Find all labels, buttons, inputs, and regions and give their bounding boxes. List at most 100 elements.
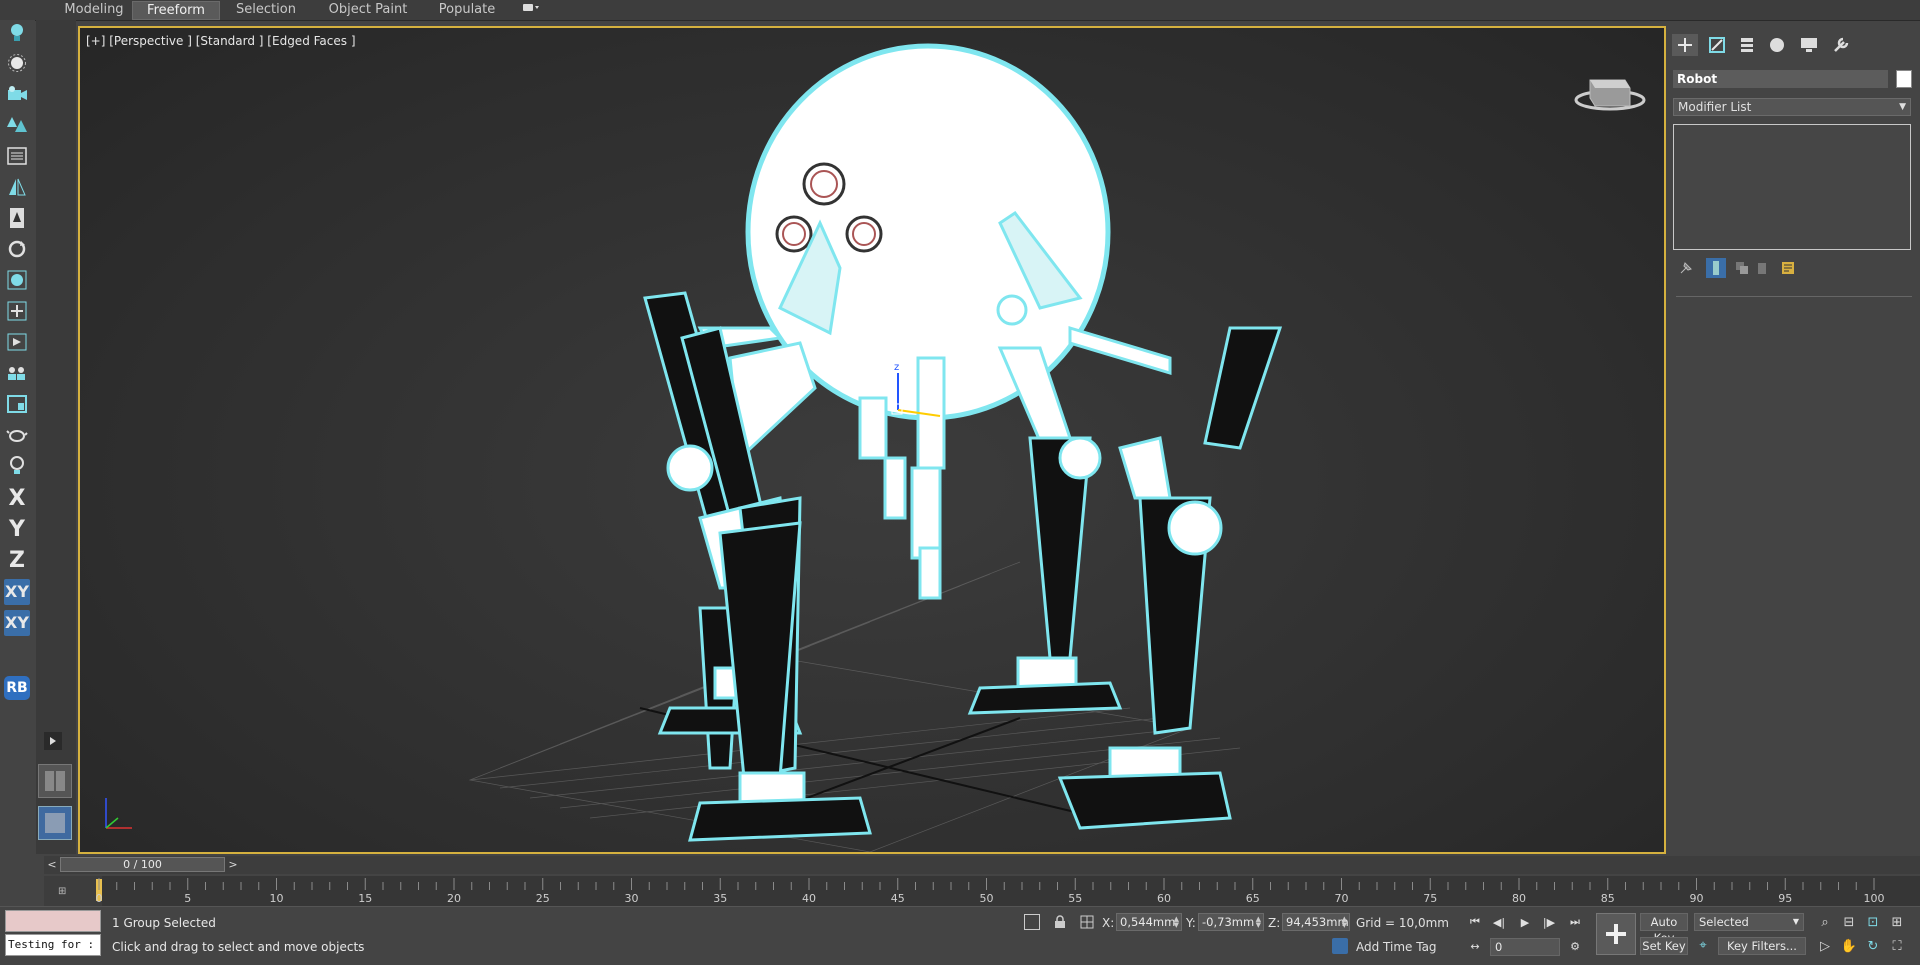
play-icon[interactable]: ▶ xyxy=(1516,914,1534,930)
expand-play-icon[interactable] xyxy=(44,732,62,750)
people-icon[interactable] xyxy=(4,360,30,386)
tab-selection[interactable]: Selection xyxy=(228,1,304,18)
zoom-icon[interactable]: ⌕ xyxy=(1816,913,1834,931)
rotate-icon[interactable] xyxy=(4,236,30,262)
maximize-viewport-icon[interactable]: ⛶ xyxy=(1888,937,1906,955)
make-unique-icon[interactable] xyxy=(1732,258,1752,278)
schematic-view-icon[interactable] xyxy=(4,298,30,324)
tick-label: 85 xyxy=(1601,892,1615,905)
set-key-button[interactable]: Set Key xyxy=(1640,937,1688,955)
teapot-icon[interactable] xyxy=(4,422,30,448)
list-icon[interactable] xyxy=(4,143,30,169)
pan-hand-icon[interactable]: ✋ xyxy=(1840,937,1858,955)
viewport-label[interactable]: [+] [Perspective ] [Standard ] [Edged Fa… xyxy=(86,34,356,48)
create-tab-icon[interactable] xyxy=(1672,34,1698,56)
absolute-mode-icon[interactable] xyxy=(1078,913,1096,931)
maxscript-output[interactable] xyxy=(5,910,101,932)
tick-label: 25 xyxy=(536,892,550,905)
sun-icon[interactable] xyxy=(4,50,30,76)
spinner-icon[interactable]: ▲ ▼ xyxy=(1174,916,1179,929)
x-coord-field[interactable]: 0,544mm ▲ ▼ xyxy=(1116,913,1182,931)
object-name-field[interactable]: Robot xyxy=(1673,70,1888,88)
light-bulb-icon[interactable] xyxy=(4,20,30,46)
panel-divider xyxy=(1676,296,1912,297)
next-frame-icon[interactable]: |▶ xyxy=(1540,914,1558,930)
zoom-all-icon[interactable]: ⊟ xyxy=(1840,913,1858,931)
field-of-view-icon[interactable]: ▷ xyxy=(1816,937,1834,955)
layout-split-icon[interactable] xyxy=(38,764,72,798)
spinner-icon[interactable]: ▲ ▼ xyxy=(1256,916,1261,929)
y-coord-field[interactable]: -0,73mm ▲ ▼ xyxy=(1198,913,1264,931)
set-keys-icon[interactable] xyxy=(1596,913,1636,955)
tab-populate[interactable]: Populate xyxy=(432,1,502,18)
constrain-x-button[interactable]: X xyxy=(4,486,30,512)
viewport-layout-icon[interactable] xyxy=(4,391,30,417)
display-tab-icon[interactable] xyxy=(1796,34,1822,56)
add-time-tag-button[interactable]: Add Time Tag xyxy=(1356,940,1437,954)
track-bar[interactable]: ⊞ 0 5 10 15 20 25 30 35 40 45 50 55 60 65 70 75 80 85 90 95… xyxy=(44,876,1920,906)
time-next-button[interactable]: > xyxy=(227,857,239,872)
time-slider-bar: < 0 / 100 > xyxy=(44,856,1920,874)
material-editor-icon[interactable] xyxy=(4,267,30,293)
tab-modeling[interactable]: Modeling xyxy=(58,1,130,18)
time-prev-button[interactable]: < xyxy=(46,857,58,872)
remove-modifier-icon[interactable] xyxy=(1752,258,1772,278)
robot-scene[interactable]: z xyxy=(80,28,1664,852)
render-setup-icon[interactable] xyxy=(4,329,30,355)
utilities-tab-icon[interactable] xyxy=(1828,34,1854,56)
maxscript-listener[interactable]: Testing for : xyxy=(5,910,101,958)
configure-modifier-sets-icon[interactable] xyxy=(1778,258,1798,278)
viewcube-icon[interactable] xyxy=(1574,79,1646,111)
object-color-swatch[interactable] xyxy=(1896,70,1912,88)
time-slider[interactable]: 0 / 100 xyxy=(60,857,225,872)
go-to-end-icon[interactable]: ⏭ xyxy=(1566,914,1584,930)
isolate-selection-icon[interactable] xyxy=(1024,914,1040,930)
current-frame-field[interactable]: 0 xyxy=(1490,938,1560,956)
layout-single-icon[interactable] xyxy=(38,806,72,840)
tick-label: 95 xyxy=(1778,892,1792,905)
z-coord-field[interactable]: 94,453mm ▲ ▼ xyxy=(1282,913,1350,931)
motion-tab-icon[interactable] xyxy=(1764,34,1790,56)
modify-tab-icon[interactable] xyxy=(1704,34,1730,56)
idea-bulb-icon[interactable] xyxy=(4,453,30,479)
constrain-z-button[interactable]: Z xyxy=(4,548,30,574)
align-icon[interactable] xyxy=(4,205,30,231)
time-configuration-icon[interactable]: ⚙ xyxy=(1566,938,1584,954)
show-end-result-icon[interactable] xyxy=(1706,258,1726,278)
zoom-extents-icon[interactable]: ⊡ xyxy=(1864,913,1882,931)
hierarchy-tab-icon[interactable] xyxy=(1734,34,1760,56)
rb-button[interactable]: RB xyxy=(4,676,30,700)
tab-freeform[interactable]: Freeform xyxy=(132,1,220,20)
zoom-extents-all-icon[interactable]: ⊞ xyxy=(1888,913,1906,931)
selection-lock-icon[interactable] xyxy=(1052,913,1068,931)
key-filters-button[interactable]: Key Filters... xyxy=(1718,937,1806,955)
mirror-icon[interactable] xyxy=(4,174,30,200)
go-to-start-icon[interactable]: ⏮ xyxy=(1466,914,1484,930)
constrain-xy-cycle-button[interactable]: XY xyxy=(4,610,30,636)
camera-group-icon[interactable] xyxy=(4,81,30,107)
status-bar: Testing for : 1 Group Selected Click and… xyxy=(0,906,1920,965)
tick-label: 5 xyxy=(184,892,191,905)
ribbon-options-icon[interactable] xyxy=(518,1,544,18)
previous-frame-icon[interactable]: ◀| xyxy=(1490,914,1508,930)
spinner-icon[interactable]: ▲ ▼ xyxy=(1342,916,1347,929)
foliage-icon[interactable] xyxy=(4,112,30,138)
maxscript-input[interactable]: Testing for : xyxy=(5,934,101,956)
time-tag-icon[interactable] xyxy=(1332,938,1348,954)
perspective-viewport[interactable]: z [+] [Perspective] [Standard] [Edged … xyxy=(78,26,1666,854)
orbit-icon[interactable]: ↻ xyxy=(1864,937,1882,955)
key-filter-selection-dropdown[interactable]: Selected ▼ xyxy=(1694,913,1804,931)
tab-object-paint[interactable]: Object Paint xyxy=(322,1,414,18)
tick-label: 75 xyxy=(1423,892,1437,905)
constrain-xy-button[interactable]: XY xyxy=(4,579,30,605)
key-mode-icon[interactable]: ⌖ xyxy=(1694,937,1712,955)
constrain-y-button[interactable]: Y xyxy=(4,517,30,543)
tick-label: 50 xyxy=(980,892,994,905)
modifier-list-dropdown[interactable]: Modifier List ▼ xyxy=(1673,98,1911,116)
track-bar-ruler[interactable]: ⊞ 0 5 10 15 20 25 30 35 40 45 50 55 60 65 70 75 80 85 90 95… xyxy=(44,876,1920,906)
time-config-arrows-icon[interactable]: ↔ xyxy=(1466,938,1484,954)
tick-marks xyxy=(98,878,1875,890)
auto-key-button[interactable]: Auto Key xyxy=(1640,913,1688,945)
pin-stack-icon[interactable] xyxy=(1676,258,1696,278)
modifier-stack[interactable] xyxy=(1673,124,1911,250)
